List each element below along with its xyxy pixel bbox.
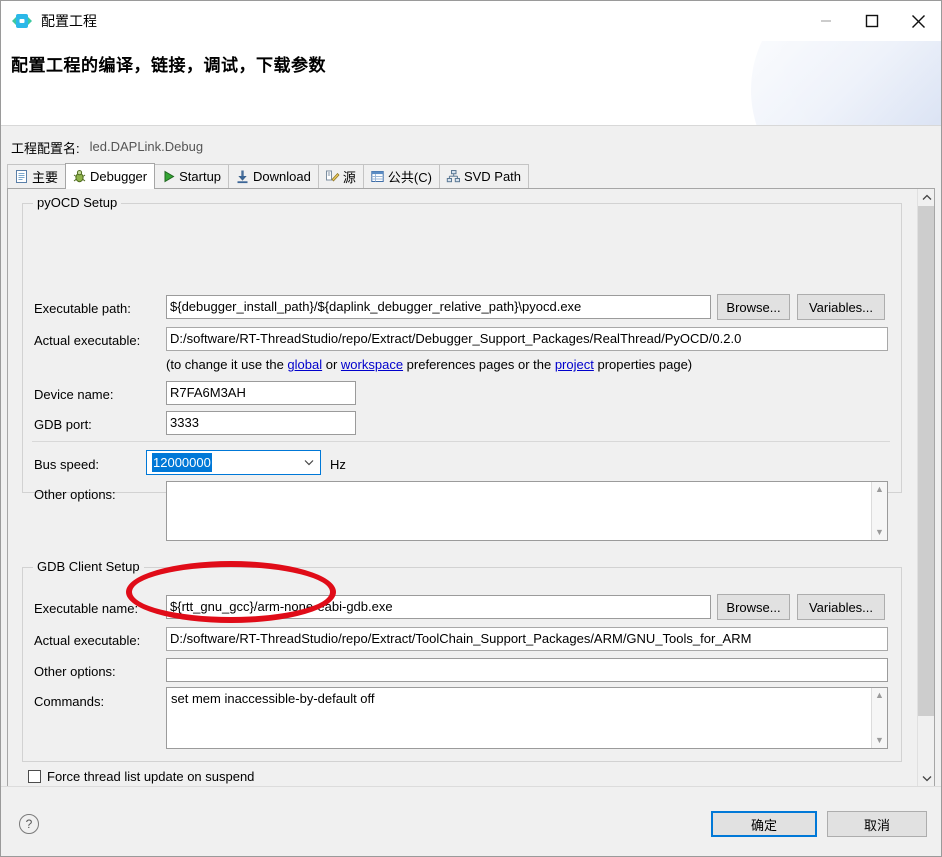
scroll-up-icon[interactable]: ▲ — [875, 688, 884, 703]
pyocd-other-options-textarea[interactable]: ▲ ▼ — [166, 481, 888, 541]
pyocd-other-options-value — [167, 482, 887, 488]
gdb-other-options-label: Other options: — [34, 664, 116, 679]
executable-path-label: Executable path: — [34, 301, 131, 316]
download-icon — [235, 169, 250, 184]
document-icon — [14, 169, 29, 184]
rt-thread-logo-icon — [11, 10, 33, 32]
bus-speed-unit: Hz — [330, 457, 346, 472]
tab-label: 公共(C) — [387, 170, 432, 185]
gdb-browse-button[interactable]: Browse... — [717, 594, 790, 620]
pyocd-divider — [32, 441, 890, 442]
gdb-client-setup-title: GDB Client Setup — [33, 559, 144, 574]
config-name-label: 工程配置名: — [11, 141, 80, 156]
pyocd-setup-title: pyOCD Setup — [33, 195, 122, 210]
tab-svd-path[interactable]: SVD Path — [438, 164, 530, 188]
hint-suffix: properties page) — [593, 357, 693, 372]
project-link[interactable]: project — [555, 357, 594, 372]
panel-vertical-scrollbar[interactable] — [917, 189, 934, 787]
bus-speed-value: 12000000 — [152, 453, 212, 472]
tab-download[interactable]: Download — [228, 164, 319, 188]
tab-strip: 主要 Debugger Startup Download 源 公共(C) SVD… — [7, 163, 935, 189]
tab-main[interactable]: 主要 — [7, 164, 67, 188]
hint-mid2: preferences pages or the — [403, 357, 555, 372]
tab-label: Startup — [179, 169, 222, 184]
tab-label: 主要 — [32, 170, 59, 185]
help-icon[interactable]: ? — [19, 814, 39, 834]
scroll-up-icon[interactable]: ▲ — [875, 482, 884, 497]
gdb-executable-name-label: Executable name: — [34, 601, 139, 616]
gdb-actual-executable-label: Actual executable: — [34, 633, 141, 648]
tab-startup[interactable]: Startup — [154, 164, 230, 188]
tab-label: Debugger — [90, 168, 148, 184]
executable-path-input[interactable]: ${debugger_install_path}/${daplink_debug… — [166, 295, 711, 319]
device-name-label: Device name: — [34, 387, 114, 402]
gdb-port-input[interactable]: 3333 — [166, 411, 356, 435]
header-decoration-1 — [751, 41, 941, 125]
gdb-commands-value: set mem inaccessible-by-default off — [171, 691, 375, 706]
pyocd-actual-executable-value: D:/software/RT-ThreadStudio/repo/Extract… — [166, 327, 888, 351]
dialog-body: 工程配置名: led.DAPLink.Debug 主要 Debugger Sta… — [1, 126, 941, 789]
window-title: 配置工程 — [41, 13, 97, 29]
force-thread-list-update-label: Force thread list update on suspend — [47, 769, 255, 784]
page-title: 配置工程的编译，链接，调试，下载参数 — [11, 56, 326, 75]
pyocd-other-options-label: Other options: — [34, 487, 116, 502]
tab-common[interactable]: 公共(C) — [362, 164, 440, 188]
tab-label: 源 — [342, 170, 356, 185]
config-name-value[interactable]: led.DAPLink.Debug — [85, 135, 933, 160]
gdb-executable-name-input[interactable]: ${rtt_gnu_gcc}/arm-none-eabi-gdb.exe — [166, 595, 711, 619]
tab-source[interactable]: 源 — [317, 164, 364, 188]
close-icon[interactable] — [895, 1, 941, 41]
gdb-port-label: GDB port: — [34, 417, 92, 432]
play-icon — [161, 169, 176, 184]
config-name-row: 工程配置名: led.DAPLink.Debug — [11, 135, 933, 160]
hierarchy-icon — [446, 169, 461, 184]
force-thread-list-update-checkbox[interactable] — [28, 770, 41, 783]
pyocd-variables-button[interactable]: Variables... — [797, 294, 885, 320]
force-thread-list-update-row[interactable]: Force thread list update on suspend — [28, 769, 254, 784]
hint-prefix: (to change it use the — [166, 357, 288, 372]
device-name-input[interactable]: R7FA6M3AH — [166, 381, 356, 405]
debugger-settings-panel: pyOCD Setup Executable path: ${debugger_… — [7, 189, 935, 789]
bug-icon — [72, 169, 87, 184]
pyocd-actual-executable-label: Actual executable: — [34, 333, 141, 348]
bus-speed-label: Bus speed: — [34, 457, 100, 472]
title-bar: 配置工程 — [1, 1, 941, 41]
window-controls — [803, 1, 941, 41]
maximize-icon[interactable] — [849, 1, 895, 41]
pyocd-other-options-scrollbar[interactable]: ▲ ▼ — [871, 482, 887, 540]
gdb-commands-label: Commands: — [34, 694, 105, 709]
scroll-down-icon[interactable] — [918, 770, 934, 787]
scroll-down-icon[interactable]: ▼ — [875, 733, 884, 748]
tab-debugger[interactable]: Debugger — [65, 163, 156, 189]
tab-label: Download — [253, 169, 311, 184]
gdb-variables-button[interactable]: Variables... — [797, 594, 885, 620]
source-edit-icon — [325, 169, 340, 184]
bus-speed-value-wrap: 12000000 — [147, 453, 298, 472]
gdb-commands-scrollbar[interactable]: ▲ ▼ — [871, 688, 887, 748]
common-icon — [370, 169, 385, 184]
minimize-icon[interactable] — [803, 1, 849, 41]
gdb-commands-textarea[interactable]: set mem inaccessible-by-default off ▲ ▼ — [166, 687, 888, 749]
gdb-other-options-input[interactable] — [166, 658, 888, 682]
header-banner: 配置工程的编译，链接，调试，下载参数 — [1, 41, 941, 125]
ok-button[interactable]: 确定 — [711, 811, 817, 837]
gdb-actual-executable-value: D:/software/RT-ThreadStudio/repo/Extract… — [166, 627, 888, 651]
configure-project-dialog: 配置工程 配置工程的编译，链接，调试，下载参数 工程配置名: led.DAPLi… — [0, 0, 942, 857]
cancel-button[interactable]: 取消 — [827, 811, 927, 837]
pyocd-hint-text: (to change it use the global or workspac… — [166, 357, 896, 372]
tab-label: SVD Path — [463, 169, 522, 184]
settings-content: pyOCD Setup Executable path: ${debugger_… — [8, 189, 918, 787]
bus-speed-combobox[interactable]: 12000000 — [146, 450, 321, 475]
workspace-link[interactable]: workspace — [341, 357, 403, 372]
hint-mid1: or — [322, 357, 341, 372]
pyocd-browse-button[interactable]: Browse... — [717, 294, 790, 320]
chevron-down-icon[interactable] — [298, 451, 320, 474]
scroll-up-icon[interactable] — [918, 189, 934, 206]
scroll-down-icon[interactable]: ▼ — [875, 525, 884, 540]
global-link[interactable]: global — [287, 357, 322, 372]
scrollbar-thumb[interactable] — [918, 206, 934, 716]
